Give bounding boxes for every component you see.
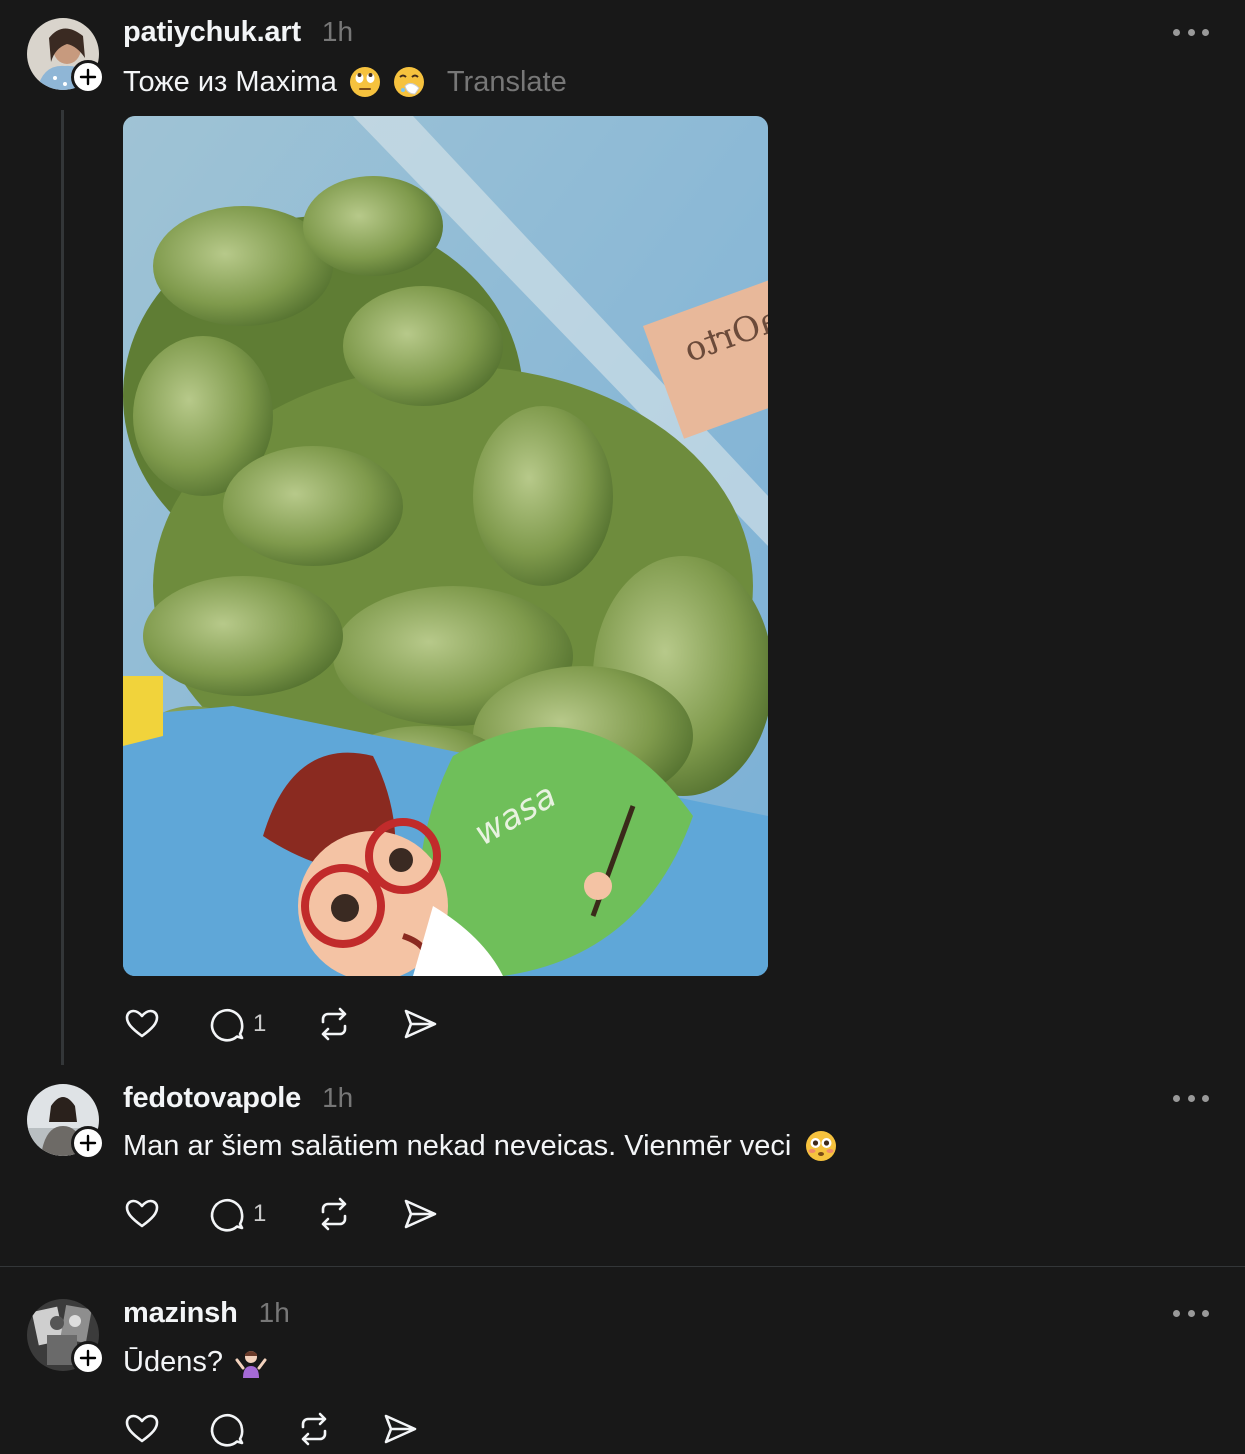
repost-button[interactable] xyxy=(315,1194,401,1234)
share-icon xyxy=(404,1009,437,1039)
translate-link[interactable]: Translate xyxy=(447,66,567,99)
repost-button[interactable] xyxy=(295,1409,381,1449)
more-icon[interactable] xyxy=(1173,26,1209,38)
post-text: Man ar šiem salātiem nekad neveicas. Vie… xyxy=(123,1129,792,1162)
username[interactable]: mazinsh xyxy=(123,1297,238,1330)
like-icon xyxy=(125,1414,159,1443)
post-text-row: Ūdens? xyxy=(123,1342,267,1382)
like-button[interactable] xyxy=(123,1409,209,1449)
post-text-row: Тоже из Maxima Translate xyxy=(123,62,567,102)
share-button[interactable] xyxy=(401,1194,461,1234)
share-icon xyxy=(384,1414,417,1444)
follow-plus-icon[interactable] xyxy=(71,60,105,94)
timestamp[interactable]: 1h xyxy=(322,1082,353,1114)
timestamp[interactable]: 1h xyxy=(259,1297,290,1329)
more-icon[interactable] xyxy=(1173,1092,1209,1104)
post-actions: 1 xyxy=(123,1194,461,1234)
username[interactable]: patiychuk.art xyxy=(123,16,301,49)
reply-button[interactable]: 1 xyxy=(209,1194,315,1234)
post-header: mazinsh 1h xyxy=(123,1297,290,1330)
reply-button[interactable]: 1 xyxy=(209,1004,315,1044)
reply-icon xyxy=(210,1008,244,1042)
reply-icon xyxy=(210,1198,244,1232)
post-text-row: Man ar šiem salātiem nekad neveicas. Vie… xyxy=(123,1126,837,1166)
like-icon xyxy=(125,1009,159,1038)
thread-line xyxy=(61,110,64,1065)
reply-icon xyxy=(210,1413,244,1447)
flushed-face-icon xyxy=(805,1130,837,1162)
username[interactable]: fedotovapole xyxy=(123,1082,301,1115)
reply-button[interactable] xyxy=(209,1409,295,1449)
person-shrugging-icon xyxy=(235,1346,267,1378)
like-button[interactable] xyxy=(123,1194,209,1234)
avatar-mazinsh[interactable] xyxy=(27,1299,105,1375)
face-with-rolling-eyes-icon xyxy=(349,66,381,98)
post-text: Тоже из Maxima xyxy=(123,65,337,98)
more-icon[interactable] xyxy=(1173,1307,1209,1319)
post-header: patiychuk.art 1h xyxy=(123,16,353,49)
share-icon xyxy=(404,1199,437,1229)
like-icon xyxy=(125,1199,159,1228)
repost-icon xyxy=(321,1007,347,1041)
timestamp[interactable]: 1h xyxy=(322,16,353,48)
avatar-fedotovapole[interactable] xyxy=(27,1084,105,1160)
share-button[interactable] xyxy=(381,1409,441,1449)
reply-count: 1 xyxy=(253,1010,267,1037)
share-button[interactable] xyxy=(401,1004,461,1044)
post-header: fedotovapole 1h xyxy=(123,1082,353,1115)
post-actions xyxy=(123,1409,441,1449)
avatar-patiychuk[interactable] xyxy=(27,18,105,94)
post-mazinsh: mazinsh 1h Ūdens? xyxy=(0,1267,1245,1454)
follow-plus-icon[interactable] xyxy=(71,1126,105,1160)
post-text: Ūdens? xyxy=(123,1345,223,1378)
reply-count: 1 xyxy=(253,1200,267,1227)
sneezing-face-icon xyxy=(393,66,425,98)
post-photo-salad[interactable]: aOrto wasa xyxy=(123,116,768,976)
follow-plus-icon[interactable] xyxy=(71,1341,105,1375)
repost-icon xyxy=(301,1412,327,1446)
repost-button[interactable] xyxy=(315,1004,401,1044)
post-actions: 1 xyxy=(123,1004,461,1044)
post-patiychuk: patiychuk.art 1h Тоже из Maxima Translat… xyxy=(0,0,1245,1065)
like-button[interactable] xyxy=(123,1004,209,1044)
repost-icon xyxy=(321,1197,347,1231)
post-fedotovapole: fedotovapole 1h Man ar šiem salātiem nek… xyxy=(0,1065,1245,1265)
